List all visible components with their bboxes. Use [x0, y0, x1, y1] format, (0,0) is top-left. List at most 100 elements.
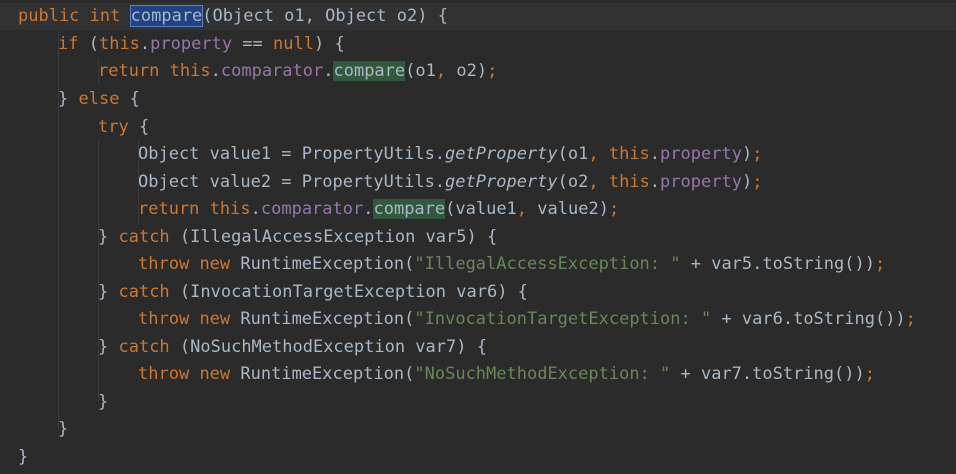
keyword-public: public — [18, 6, 80, 26]
code-line-14[interactable]: throw new RuntimeException("NoSuchMethod… — [138, 361, 875, 388]
keyword-else: else — [78, 89, 120, 109]
code-line-13[interactable]: } catch (NoSuchMethodException var7) { — [98, 334, 487, 361]
code-text: } — [98, 227, 119, 247]
keyword-throw: throw — [138, 364, 190, 384]
keyword-throw: throw — [138, 254, 190, 274]
semicolon: ; — [608, 199, 620, 219]
code-text: (o1 — [405, 61, 436, 81]
code-text: . — [649, 144, 661, 164]
code-text: (o1 — [557, 144, 589, 164]
code-text: ) — [741, 144, 753, 164]
code-line-15[interactable]: } — [98, 389, 108, 416]
code-text: } — [98, 282, 119, 302]
comma: , — [516, 199, 528, 219]
semicolon: ; — [905, 309, 916, 329]
keyword-catch: catch — [118, 337, 170, 357]
code-text: . — [250, 199, 261, 219]
code-line-12[interactable]: throw new RuntimeException("InvocationTa… — [138, 306, 916, 333]
code-line-17[interactable]: } — [18, 444, 28, 471]
code-text: value2) — [527, 199, 609, 219]
code-line-10[interactable]: throw new RuntimeException("IllegalAcces… — [138, 251, 885, 278]
code-text: Object value2 = PropertyUtils. — [138, 172, 446, 192]
code-line-16[interactable]: } — [58, 416, 68, 443]
code-line-4[interactable]: } else { — [58, 86, 140, 113]
keyword-try: try — [98, 117, 129, 137]
keyword-this: this — [209, 199, 251, 219]
semicolon: ; — [874, 254, 886, 274]
code-text: { — [128, 117, 150, 137]
code-line-8[interactable]: return this.comparator.compare(value1, v… — [138, 196, 619, 223]
comma: , — [588, 172, 609, 192]
code-text: o2) — [446, 61, 488, 81]
code-text: == — [232, 34, 274, 54]
code-text: . — [323, 61, 334, 81]
code-text: { — [119, 89, 140, 109]
code-text: ) — [741, 172, 753, 192]
code-line-6[interactable]: Object value1 = PropertyUtils.getPropert… — [138, 141, 762, 168]
semicolon: ; — [864, 364, 875, 384]
field-property: property — [660, 172, 742, 192]
code-text: } — [98, 337, 119, 357]
code-text: . — [363, 199, 374, 219]
code-text: + var7.toString()) — [670, 364, 865, 384]
method-params: (Object o1, Object o2) { — [202, 6, 448, 26]
field-property: property — [150, 34, 233, 54]
keyword-new: new — [199, 364, 231, 384]
indent-guide — [98, 140, 99, 402]
code-text: } — [58, 89, 79, 109]
code-text: (IllegalAccessException var5) { — [169, 227, 498, 247]
semicolon: ; — [752, 144, 763, 164]
selected-method-name[interactable]: compare — [129, 5, 204, 27]
usage-highlight-compare[interactable]: compare — [373, 199, 446, 219]
keyword-new: new — [199, 309, 231, 329]
code-line-1[interactable]: public int compare(Object o1, Object o2)… — [0, 3, 956, 30]
closing-brace: } — [58, 419, 69, 439]
code-text: . — [139, 34, 151, 54]
keyword-this: this — [608, 144, 650, 164]
keyword-return: return — [138, 199, 200, 219]
code-text: (value1 — [445, 199, 517, 219]
code-line-11[interactable]: } catch (InvocationTargetException var6)… — [98, 279, 528, 306]
closing-brace: } — [98, 392, 109, 412]
string-literal: "InvocationTargetException: " — [414, 309, 712, 329]
code-text: RuntimeException( — [230, 309, 415, 329]
code-text: . — [649, 172, 661, 192]
keyword-null: null — [273, 34, 314, 54]
code-text: (o2 — [557, 172, 589, 192]
keyword-catch: catch — [118, 282, 170, 302]
usage-highlight-compare[interactable]: compare — [333, 61, 406, 81]
code-text: ) { — [313, 34, 345, 54]
closing-brace: } — [18, 447, 29, 467]
keyword-catch: catch — [118, 227, 170, 247]
semicolon: ; — [752, 172, 763, 192]
string-literal: "IllegalAccessException: " — [414, 254, 681, 274]
code-text: (InvocationTargetException var6) { — [169, 282, 528, 302]
code-line-7[interactable]: Object value2 = PropertyUtils.getPropert… — [138, 169, 762, 196]
code-text: Object value1 = PropertyUtils. — [138, 144, 446, 164]
keyword-int: int — [89, 6, 121, 26]
code-text: ( — [78, 34, 99, 54]
keyword-throw: throw — [138, 309, 190, 329]
code-line-2[interactable]: if (this.property == null) { — [58, 31, 345, 58]
string-literal: "NoSuchMethodException: " — [414, 364, 671, 384]
comma: , — [588, 144, 609, 164]
code-text: . — [210, 61, 221, 81]
field-property: property — [660, 144, 742, 164]
code-text: + var6.toString()) — [711, 309, 906, 329]
keyword-new: new — [199, 254, 231, 274]
code-text: RuntimeException( — [230, 254, 415, 274]
static-method-getproperty: getProperty — [445, 172, 558, 192]
code-line-3[interactable]: return this.comparator.compare(o1, o2); — [98, 58, 497, 85]
code-line-9[interactable]: } catch (IllegalAccessException var5) { — [98, 224, 497, 251]
code-text: RuntimeException( — [230, 364, 415, 384]
comma: , — [435, 61, 447, 81]
field-comparator: comparator — [220, 61, 324, 81]
keyword-return: return — [98, 61, 160, 81]
code-line-5[interactable]: try { — [98, 114, 149, 141]
static-method-getproperty: getProperty — [445, 144, 558, 164]
keyword-this: this — [608, 172, 650, 192]
semicolon: ; — [487, 61, 498, 81]
code-editor[interactable]: public int compare(Object o1, Object o2)… — [0, 0, 956, 474]
keyword-this: this — [98, 34, 140, 54]
code-text: + var5.toString()) — [680, 254, 875, 274]
